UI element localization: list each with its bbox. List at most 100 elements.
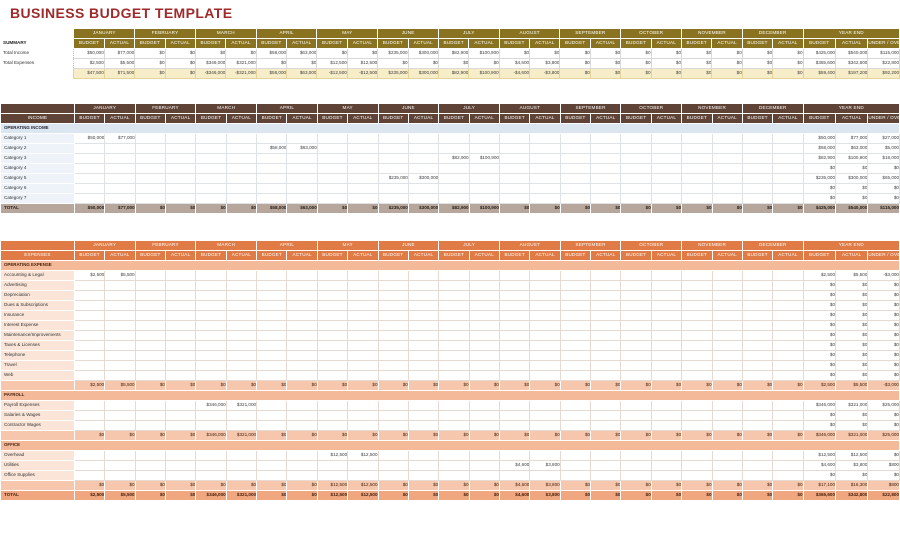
cell-year-end-budget[interactable]: $0 (802, 470, 837, 481)
cell-actual[interactable] (468, 330, 500, 341)
cell-actual[interactable] (347, 153, 379, 164)
cell-actual[interactable] (407, 340, 440, 351)
cell-actual[interactable]: $300,000 (407, 173, 440, 184)
cell-actual[interactable] (772, 350, 804, 361)
cell-budget[interactable] (741, 340, 774, 351)
cell-year-end-budget[interactable]: $0 (802, 300, 837, 311)
cell-budget[interactable]: $0 (438, 380, 470, 391)
cell-actual[interactable] (286, 310, 318, 321)
cell-budget[interactable]: -$346,000 (194, 68, 227, 79)
cell-actual[interactable] (772, 173, 804, 184)
cell-budget[interactable] (559, 460, 592, 471)
cell-actual[interactable] (347, 470, 379, 481)
cell-actual[interactable] (711, 400, 743, 411)
cell-budget[interactable] (438, 400, 470, 411)
cell-budget[interactable]: $58,000 (256, 203, 288, 214)
cell-actual[interactable] (711, 450, 743, 461)
cell-actual[interactable] (711, 193, 743, 204)
cell-budget[interactable]: $0 (741, 48, 774, 59)
cell-budget[interactable] (134, 290, 166, 301)
cell-budget[interactable]: $0 (681, 203, 713, 214)
cell-budget[interactable] (195, 300, 227, 311)
cell-budget[interactable] (73, 460, 106, 471)
cell-actual[interactable] (711, 330, 743, 341)
cell-budget[interactable] (620, 350, 652, 361)
cell-actual[interactable] (468, 410, 500, 421)
cell-budget[interactable]: $0 (681, 58, 713, 69)
cell-actual[interactable] (711, 133, 743, 144)
cell-actual[interactable] (772, 280, 804, 291)
cell-actual[interactable] (347, 350, 379, 361)
cell-budget[interactable]: $82,900 (438, 203, 470, 214)
cell-budget[interactable] (316, 183, 349, 194)
cell-actual[interactable] (407, 350, 440, 361)
cell-budget[interactable] (256, 370, 288, 381)
cell-budget[interactable] (256, 290, 288, 301)
cell-budget[interactable]: $0 (741, 203, 774, 214)
cell-actual[interactable] (225, 330, 258, 341)
cell-budget[interactable] (498, 410, 531, 421)
cell-actual[interactable] (225, 133, 258, 144)
cell-actual[interactable]: $100,900 (468, 68, 500, 79)
cell-year-end-actual[interactable]: $0 (835, 320, 869, 331)
cell-actual[interactable] (347, 340, 379, 351)
cell-actual[interactable]: $0 (772, 480, 804, 491)
cell-budget[interactable] (316, 400, 349, 411)
cell-actual[interactable]: $77,000 (104, 133, 136, 144)
cell-actual[interactable]: $321,000 (225, 430, 258, 441)
cell-actual[interactable] (529, 310, 561, 321)
cell-actual[interactable] (529, 470, 561, 481)
cell-year-end-actual[interactable]: $0 (835, 290, 869, 301)
cell-budget[interactable] (195, 360, 227, 371)
cell-year-end-actual[interactable]: $321,000 (835, 400, 869, 411)
cell-actual[interactable] (104, 340, 136, 351)
cell-budget[interactable]: -$4,600 (498, 68, 531, 79)
cell-budget[interactable] (195, 153, 227, 164)
cell-budget[interactable]: $235,000 (377, 173, 409, 184)
cell-budget[interactable] (73, 143, 106, 154)
cell-actual[interactable] (468, 133, 500, 144)
cell-year-end-budget[interactable]: $82,900 (802, 153, 837, 164)
cell-year-end-actual[interactable]: $3,800 (835, 460, 869, 471)
cell-actual[interactable] (164, 340, 197, 351)
cell-budget[interactable] (73, 163, 106, 174)
cell-budget[interactable]: $50,000 (73, 133, 106, 144)
cell-actual[interactable]: $100,900 (468, 153, 500, 164)
cell-budget[interactable]: $58,000 (255, 48, 288, 59)
cell-budget[interactable] (256, 460, 288, 471)
cell-actual[interactable] (650, 470, 683, 481)
cell-actual[interactable] (772, 143, 804, 154)
cell-actual[interactable] (286, 163, 318, 174)
cell-budget[interactable] (498, 183, 531, 194)
cell-actual[interactable]: $0 (711, 380, 743, 391)
cell-year-end-under-over[interactable]: $0 (867, 320, 900, 331)
cell-actual[interactable] (407, 360, 440, 371)
cell-year-end-under-over[interactable]: $0 (867, 280, 900, 291)
cell-actual[interactable]: $3,800 (529, 460, 561, 471)
cell-year-end-actual[interactable]: $0 (835, 370, 869, 381)
cell-actual[interactable]: $5,500 (104, 490, 136, 501)
cell-actual[interactable]: $0 (407, 480, 440, 491)
cell-budget[interactable] (316, 133, 349, 144)
cell-budget[interactable] (438, 300, 470, 311)
cell-budget[interactable] (741, 133, 774, 144)
cell-budget[interactable] (438, 470, 470, 481)
cell-actual[interactable] (225, 270, 258, 281)
cell-budget[interactable] (559, 163, 592, 174)
cell-budget[interactable]: $0 (498, 48, 531, 59)
cell-actual[interactable] (711, 370, 743, 381)
cell-budget[interactable] (377, 370, 409, 381)
cell-budget[interactable] (498, 370, 531, 381)
cell-budget[interactable]: $0 (681, 490, 713, 501)
cell-actual[interactable] (711, 460, 743, 471)
cell-budget[interactable]: $0 (620, 48, 652, 59)
cell-actual[interactable] (772, 460, 804, 471)
cell-budget[interactable] (377, 420, 409, 431)
cell-actual[interactable] (468, 370, 500, 381)
cell-budget[interactable] (377, 320, 409, 331)
cell-budget[interactable] (620, 270, 652, 281)
cell-budget[interactable] (620, 153, 652, 164)
cell-actual[interactable] (347, 300, 379, 311)
cell-year-end-under-over[interactable]: -$3,000 (867, 270, 900, 281)
cell-budget[interactable] (438, 460, 470, 471)
